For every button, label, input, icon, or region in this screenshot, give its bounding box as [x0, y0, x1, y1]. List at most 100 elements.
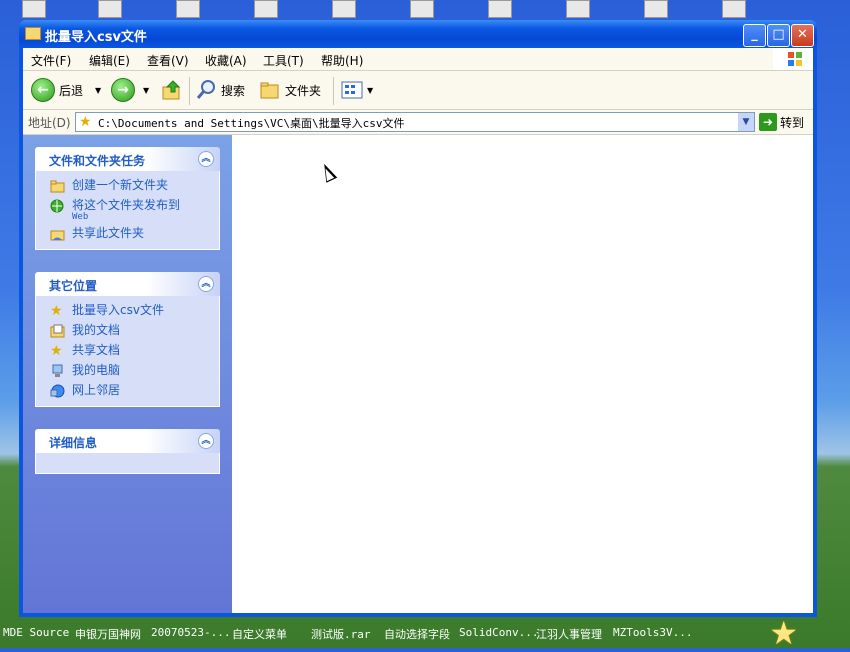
desktop-icon[interactable] [176, 0, 200, 18]
minimize-button[interactable]: _ [743, 24, 766, 47]
place-label: 我的电脑 [72, 363, 121, 377]
publish-web-icon [50, 199, 64, 213]
other-places-body: ★ 批量导入csv文件 我的文档 ★ 共享文档 我的电脑 网上邻居 [35, 296, 220, 407]
go-button[interactable]: ➜ 转到 [759, 112, 809, 132]
collapse-chevron-icon[interactable]: ︽ [198, 276, 214, 292]
task-label: 将这个文件夹发布到 [72, 198, 181, 212]
taskbar-item[interactable]: 江羽人事管理 [536, 626, 602, 642]
explorer-window: 批量导入csv文件 _ □ ✕ 文件(F) 编辑(E) 查看(V) 收藏(A) … [19, 20, 817, 617]
back-label: 后退 [59, 83, 84, 98]
toolbar-separator [333, 77, 334, 105]
task-label: 创建一个新文件夹 [72, 178, 169, 192]
details-panel: 详细信息 ︽ [35, 429, 220, 474]
taskbar-item[interactable]: MZTools3V... [613, 626, 692, 639]
windows-logo [773, 48, 813, 70]
details-body [35, 453, 220, 474]
place-batch-import[interactable]: ★ 批量导入csv文件 [36, 302, 219, 322]
close-button[interactable]: ✕ [791, 24, 814, 47]
address-input[interactable]: ★ C:\Documents and Settings\VC\桌面\批量导入cs… [75, 112, 755, 132]
taskbar: MDE Source 申银万国神网 20070523-... 自定义菜单 测试版… [0, 622, 850, 648]
star-folder-icon: ★ [79, 114, 92, 130]
taskbar-item[interactable]: 自定义菜单 [232, 626, 287, 642]
menu-edit[interactable]: 编辑(E) [89, 52, 130, 69]
menu-view[interactable]: 查看(V) [147, 52, 189, 69]
place-my-documents[interactable]: 我的文档 [36, 322, 219, 342]
forward-button[interactable]: → ▼ [111, 78, 149, 102]
new-folder-icon [50, 180, 65, 193]
place-my-computer[interactable]: 我的电脑 [36, 362, 219, 382]
task-share-folder[interactable]: 共享此文件夹 [36, 225, 219, 245]
go-label: 转到 [780, 115, 805, 130]
menu-file[interactable]: 文件(F) [31, 52, 71, 69]
back-arrow-icon: ← [31, 78, 55, 102]
menu-tools[interactable]: 工具(T) [263, 52, 304, 69]
window-body: 文件(F) 编辑(E) 查看(V) 收藏(A) 工具(T) 帮助(H) ← 后退… [23, 48, 813, 613]
collapse-chevron-icon[interactable]: ︽ [198, 151, 214, 167]
search-label: 搜索 [221, 83, 246, 98]
network-icon [50, 384, 65, 398]
window-title: 批量导入csv文件 [45, 30, 147, 45]
views-button[interactable]: ▼ [341, 78, 373, 102]
collapse-chevron-icon[interactable]: ︽ [198, 433, 214, 449]
title-bar[interactable]: 批量导入csv文件 _ □ ✕ [19, 20, 817, 48]
task-pane: 文件和文件夹任务 ︽ 创建一个新文件夹 将这个文件夹发布到 Web 共享此文件夹… [23, 135, 232, 613]
desktop-icons-row [0, 0, 850, 20]
windows-flag-icon [788, 52, 802, 66]
share-folder-icon [50, 230, 65, 241]
views-icon [341, 81, 363, 99]
place-label: 我的文档 [72, 323, 121, 337]
address-bar: 地址(D) ★ C:\Documents and Settings\VC\桌面\… [23, 110, 813, 135]
menu-favorites[interactable]: 收藏(A) [205, 52, 247, 69]
menu-bar: 文件(F) 编辑(E) 查看(V) 收藏(A) 工具(T) 帮助(H) [23, 48, 813, 71]
place-shared-docs[interactable]: ★ 共享文档 [36, 342, 219, 362]
taskbar-item[interactable]: 测试版.rar [311, 626, 371, 642]
desktop-icon[interactable] [22, 0, 46, 18]
place-label: 共享文档 [72, 343, 121, 357]
task-new-folder[interactable]: 创建一个新文件夹 [36, 177, 219, 197]
taskbar-item[interactable]: 自动选择字段 [384, 626, 450, 642]
file-tasks-header[interactable]: 文件和文件夹任务 ︽ [35, 147, 220, 171]
folders-button[interactable]: 文件夹 [259, 78, 321, 102]
desktop-icon[interactable] [410, 0, 434, 18]
maximize-button[interactable]: □ [767, 24, 790, 47]
taskbar-item[interactable]: SolidConv... [459, 626, 538, 639]
taskbar-item[interactable]: 申银万国神网 [75, 626, 141, 642]
other-places-header[interactable]: 其它位置 ︽ [35, 272, 220, 296]
address-dropdown-icon[interactable]: ▼ [738, 113, 754, 131]
forward-arrow-icon: → [111, 78, 135, 102]
desktop-icon[interactable] [644, 0, 668, 18]
desktop-icon[interactable] [332, 0, 356, 18]
menu-help[interactable]: 帮助(H) [321, 52, 363, 69]
file-tasks-body: 创建一个新文件夹 将这个文件夹发布到 Web 共享此文件夹 [35, 171, 220, 250]
panel-title: 详细信息 [49, 436, 98, 450]
desktop-icon[interactable] [488, 0, 512, 18]
details-header[interactable]: 详细信息 ︽ [35, 429, 220, 453]
up-folder-button[interactable] [161, 78, 183, 102]
file-list-area[interactable] [232, 135, 813, 613]
my-computer-icon [52, 364, 63, 377]
star-folder-icon: ★ [50, 303, 63, 319]
views-dropdown-icon[interactable]: ▼ [367, 86, 373, 95]
desktop-star-icon[interactable]: ★ [769, 617, 798, 649]
desktop-icon[interactable] [566, 0, 590, 18]
search-button[interactable]: 搜索 [195, 78, 245, 102]
back-button[interactable]: ← 后退 ▼ [31, 78, 101, 102]
address-path: C:\Documents and Settings\VC\桌面\批量导入csv文… [98, 117, 405, 130]
desktop-icon[interactable] [98, 0, 122, 18]
desktop-icon[interactable] [254, 0, 278, 18]
task-publish-web[interactable]: 将这个文件夹发布到 Web [36, 197, 219, 225]
taskbar-item[interactable]: MDE Source [3, 626, 69, 639]
address-label: 地址(D) [28, 116, 71, 130]
forward-dropdown-icon[interactable]: ▼ [143, 86, 149, 95]
desktop-icon[interactable] [722, 0, 746, 18]
task-label: 共享此文件夹 [72, 226, 145, 240]
taskbar-item[interactable]: 20070523-... [151, 626, 230, 639]
place-label: 批量导入csv文件 [72, 303, 164, 317]
place-network[interactable]: 网上邻居 [36, 382, 219, 402]
shared-docs-icon: ★ [50, 343, 63, 359]
go-arrow-icon: ➜ [759, 113, 777, 131]
folders-label: 文件夹 [285, 83, 322, 98]
other-places-panel: 其它位置 ︽ ★ 批量导入csv文件 我的文档 ★ 共享文档 我的电脑 网上邻居 [35, 272, 220, 407]
back-dropdown-icon[interactable]: ▼ [95, 86, 101, 95]
place-label: 网上邻居 [72, 383, 121, 397]
